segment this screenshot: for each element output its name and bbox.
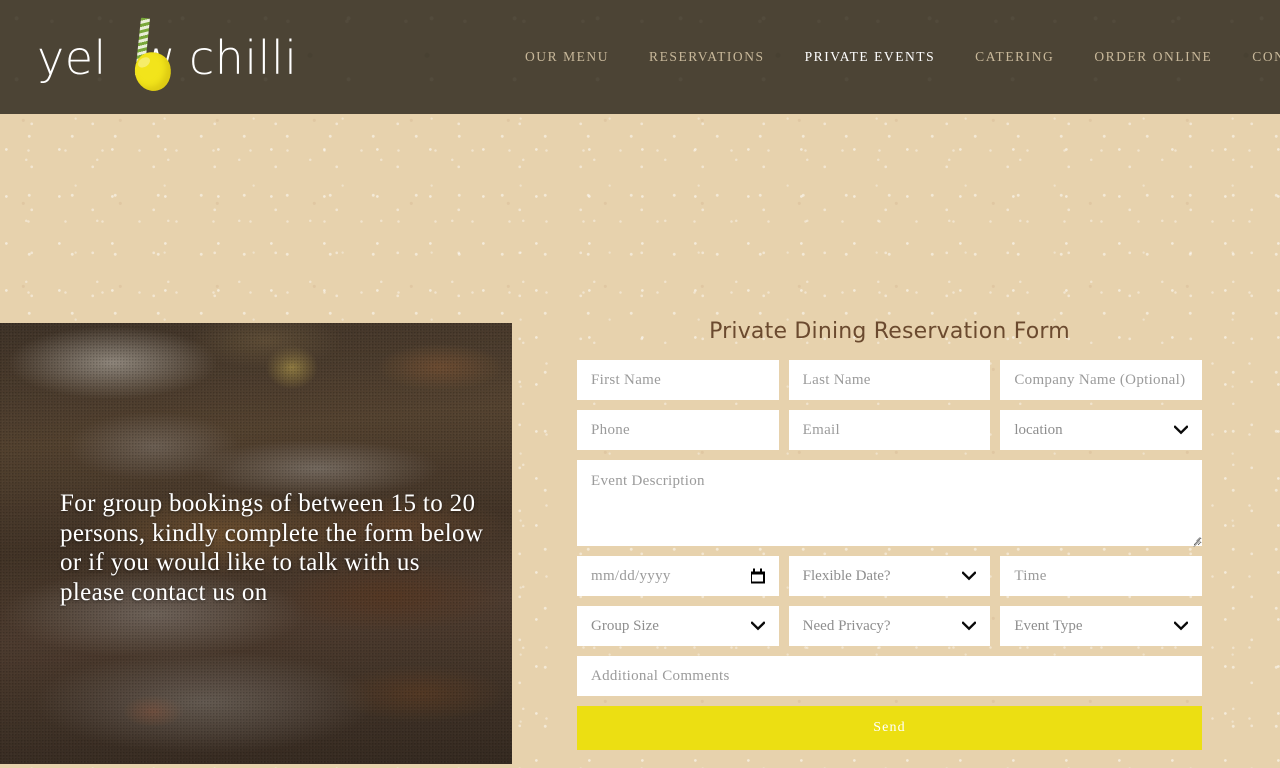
additional-comments-field xyxy=(577,656,1202,696)
location-select[interactable]: location xyxy=(1000,410,1203,450)
group-size-select[interactable]: Group Size xyxy=(577,606,779,646)
need-privacy-select[interactable]: Need Privacy? xyxy=(788,606,991,646)
logo-text-chilli: chilli xyxy=(188,31,298,85)
event-description-field xyxy=(577,460,1202,546)
nav-item-catering[interactable]: CATERING xyxy=(955,43,1074,71)
flexible-date-field: Flexible Date? xyxy=(788,556,991,596)
site-header: yelwchilli OUR MENU RESERVATIONS PRIVATE… xyxy=(0,0,1280,114)
event-date-field xyxy=(577,556,779,596)
nav-item-our-menu[interactable]: OUR MENU xyxy=(505,43,629,71)
private-dining-reservation-form: Private Dining Reservation Form location xyxy=(577,318,1203,760)
logo-text-yel: yel xyxy=(37,31,107,85)
phone-field xyxy=(577,410,779,450)
form-row-names xyxy=(577,360,1203,400)
nav-item-contact[interactable]: CONTACT xyxy=(1232,43,1280,71)
event-type-field: Event Type xyxy=(1000,606,1203,646)
form-row-comments xyxy=(577,656,1202,696)
additional-comments-input[interactable] xyxy=(577,656,1202,696)
last-name-field xyxy=(788,360,991,400)
event-type-select[interactable]: Event Type xyxy=(1000,606,1203,646)
company-name-input[interactable] xyxy=(1000,360,1203,400)
form-row-datetime: Flexible Date? xyxy=(577,556,1203,596)
flexible-date-select[interactable]: Flexible Date? xyxy=(788,556,991,596)
group-size-field: Group Size xyxy=(577,606,779,646)
form-row-contact: location xyxy=(577,410,1203,450)
first-name-input[interactable] xyxy=(577,360,779,400)
promo-image-panel: For group bookings of between 15 to 20 p… xyxy=(0,323,512,764)
last-name-input[interactable] xyxy=(788,360,991,400)
event-description-textarea[interactable] xyxy=(577,460,1202,546)
event-time-input[interactable] xyxy=(1000,556,1203,596)
nav-item-order-online[interactable]: ORDER ONLINE xyxy=(1074,43,1232,71)
site-logo[interactable]: yelwchilli xyxy=(37,14,297,100)
form-row-event-options: Group Size Need Privacy? Event Type xyxy=(577,606,1203,646)
nav-item-reservations[interactable]: RESERVATIONS xyxy=(629,43,785,71)
need-privacy-field: Need Privacy? xyxy=(788,606,991,646)
promo-text: For group bookings of between 15 to 20 p… xyxy=(60,490,484,606)
phone-input[interactable] xyxy=(577,410,779,450)
form-row-description xyxy=(577,460,1202,546)
event-date-input[interactable] xyxy=(577,556,779,596)
form-title: Private Dining Reservation Form xyxy=(709,319,1070,344)
location-field: location xyxy=(1000,410,1203,450)
event-time-field xyxy=(1000,556,1203,596)
first-name-field xyxy=(577,360,779,400)
company-name-field xyxy=(1000,360,1203,400)
email-field xyxy=(788,410,991,450)
form-row-submit: Send xyxy=(577,706,1202,750)
nav-item-private-events[interactable]: PRIVATE EVENTS xyxy=(785,43,956,71)
main-navigation: OUR MENU RESERVATIONS PRIVATE EVENTS CAT… xyxy=(505,0,1280,114)
email-input[interactable] xyxy=(788,410,991,450)
send-button[interactable]: Send xyxy=(577,706,1202,750)
